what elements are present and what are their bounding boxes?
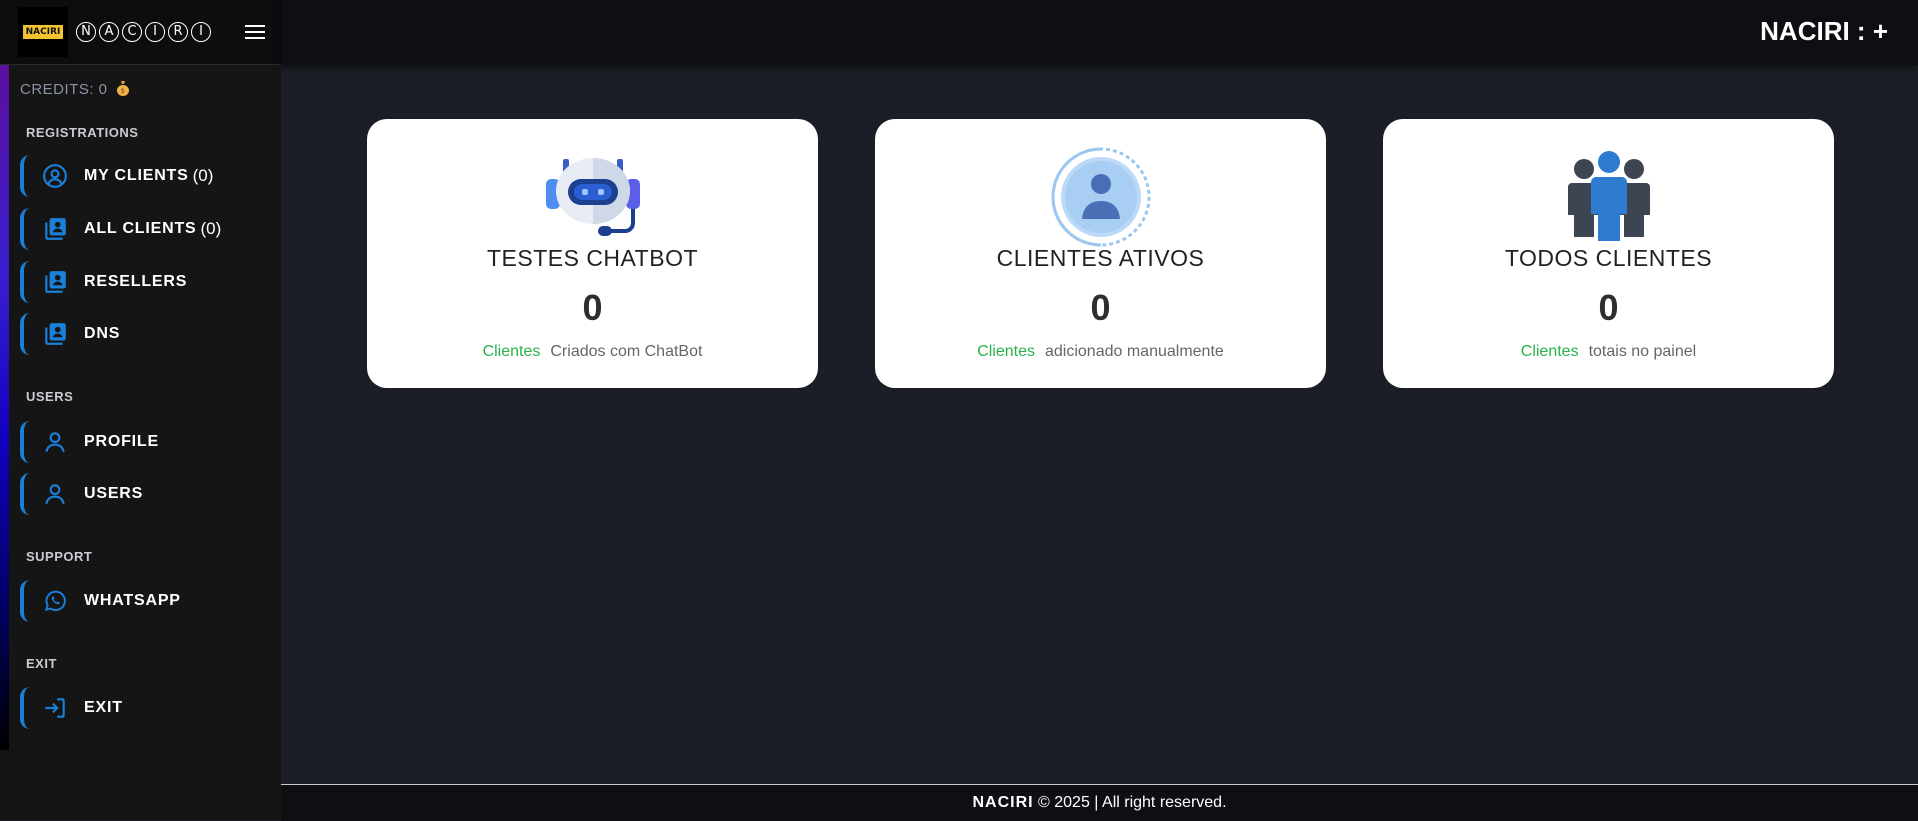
sidebar-item-resellers[interactable]: RESELLERS: [20, 261, 270, 303]
brand-letter: A: [99, 22, 119, 42]
header-title: NACIRI : +: [1760, 16, 1888, 46]
sidebar-item-whatsapp[interactable]: WHATSAPP: [20, 580, 270, 622]
card-value: 0: [1598, 287, 1619, 328]
sidebar-item-users[interactable]: USERS: [20, 473, 270, 515]
sidebar-item-label: MY CLIENTS: [84, 167, 189, 184]
sidebar-item-label: PROFILE: [84, 433, 159, 450]
brand-letter: C: [122, 22, 142, 42]
footer-brand: NACIRI: [972, 794, 1034, 811]
card-subtitle-highlight: Clientes: [977, 343, 1035, 360]
user-circle-icon: [43, 164, 67, 188]
contacts-icon: [45, 271, 66, 293]
stat-card-clientes-ativos[interactable]: CLIENTES ATIVOS 0 Clientes adicionado man…: [875, 119, 1326, 388]
sidebar-item-exit[interactable]: EXIT: [20, 687, 270, 729]
accent-strip: [0, 65, 9, 750]
stat-card-testes-chatbot[interactable]: TESTES CHATBOT 0 Clientes Criados com Cha…: [367, 119, 818, 388]
card-title: TESTES CHATBOT: [486, 245, 699, 271]
brand-logo[interactable]: NACIRI: [18, 7, 68, 57]
top-header: NACIRI : +: [281, 0, 1918, 65]
card-value: 0: [582, 287, 603, 328]
stat-card-todos-clientes[interactable]: TODOS CLIENTES 0 Clientes totais no paine…: [1383, 119, 1834, 388]
person-icon: [45, 484, 65, 505]
hamburger-menu-icon[interactable]: [245, 21, 265, 43]
logout-icon: [45, 698, 65, 718]
sidebar-item-all-clients[interactable]: ALL CLIENTS (0): [20, 208, 270, 250]
sidebar-item-label: WHATSAPP: [84, 592, 181, 609]
whatsapp-icon: [44, 590, 66, 612]
sidebar-item-count: (0): [200, 219, 222, 238]
card-title: CLIENTES ATIVOS: [996, 245, 1205, 271]
money-bag-icon: $: [117, 81, 130, 96]
card-subtitle: Clientes Criados com ChatBot: [367, 343, 818, 361]
robot-icon: [545, 158, 640, 236]
footer-text: © 2025 | All right reserved.: [1033, 794, 1227, 811]
contacts-icon: [45, 323, 66, 345]
section-title-registrations: REGISTRATIONS: [26, 125, 139, 140]
brand-letter: I: [145, 22, 165, 42]
sidebar-item-count: (0): [192, 166, 214, 185]
section-title-users: USERS: [26, 389, 74, 404]
sidebar-item-label: USERS: [84, 485, 144, 502]
brand-letter: N: [76, 22, 96, 42]
person-icon: [45, 432, 65, 453]
svg-text:$: $: [121, 87, 126, 95]
card-subtitle: Clientes totais no painel: [1383, 343, 1834, 361]
sidebar-item-label: ALL CLIENTS: [84, 220, 197, 237]
contacts-icon: [45, 218, 66, 240]
sidebar-item-label: RESELLERS: [84, 273, 188, 290]
card-subtitle-text: totais no painel: [1588, 343, 1697, 360]
user-circle-icon: [1051, 147, 1150, 247]
sidebar-item-my-clients[interactable]: MY CLIENTS (0): [20, 155, 270, 197]
card-title: TODOS CLIENTES: [1504, 245, 1713, 271]
card-value: 0: [1090, 287, 1111, 328]
sidebar-item-label: DNS: [84, 325, 121, 342]
brand: NACIRI N A C I R I: [0, 0, 281, 65]
card-subtitle-highlight: Clientes: [482, 343, 541, 360]
brand-letter: I: [191, 22, 211, 42]
sidebar-item-dns[interactable]: DNS: [20, 313, 270, 355]
brand-name: N A C I R I: [76, 22, 211, 42]
credits: CREDITS: 0 $: [20, 80, 130, 98]
section-title-support: SUPPORT: [26, 549, 93, 564]
brand-letter: R: [168, 22, 188, 42]
credits-label: CREDITS: 0: [20, 81, 108, 98]
sidebar-item-label: EXIT: [84, 699, 123, 716]
sidebar: NACIRI N A C I R I CREDITS: 0 $ REGISTRA…: [0, 0, 281, 820]
card-subtitle: Clientes adicionado manualmente: [875, 343, 1326, 361]
card-subtitle-highlight: Clientes: [1520, 343, 1579, 360]
footer: NACIRI © 2025 | All right reserved.: [281, 784, 1918, 821]
brand-logo-text: NACIRI: [22, 25, 64, 39]
sidebar-item-profile[interactable]: PROFILE: [20, 421, 270, 463]
card-subtitle-text: adicionado manualmente: [1045, 343, 1224, 360]
section-title-exit: EXIT: [26, 656, 57, 671]
group-icon: [1567, 151, 1650, 241]
card-subtitle-text: Criados com ChatBot: [550, 343, 703, 360]
